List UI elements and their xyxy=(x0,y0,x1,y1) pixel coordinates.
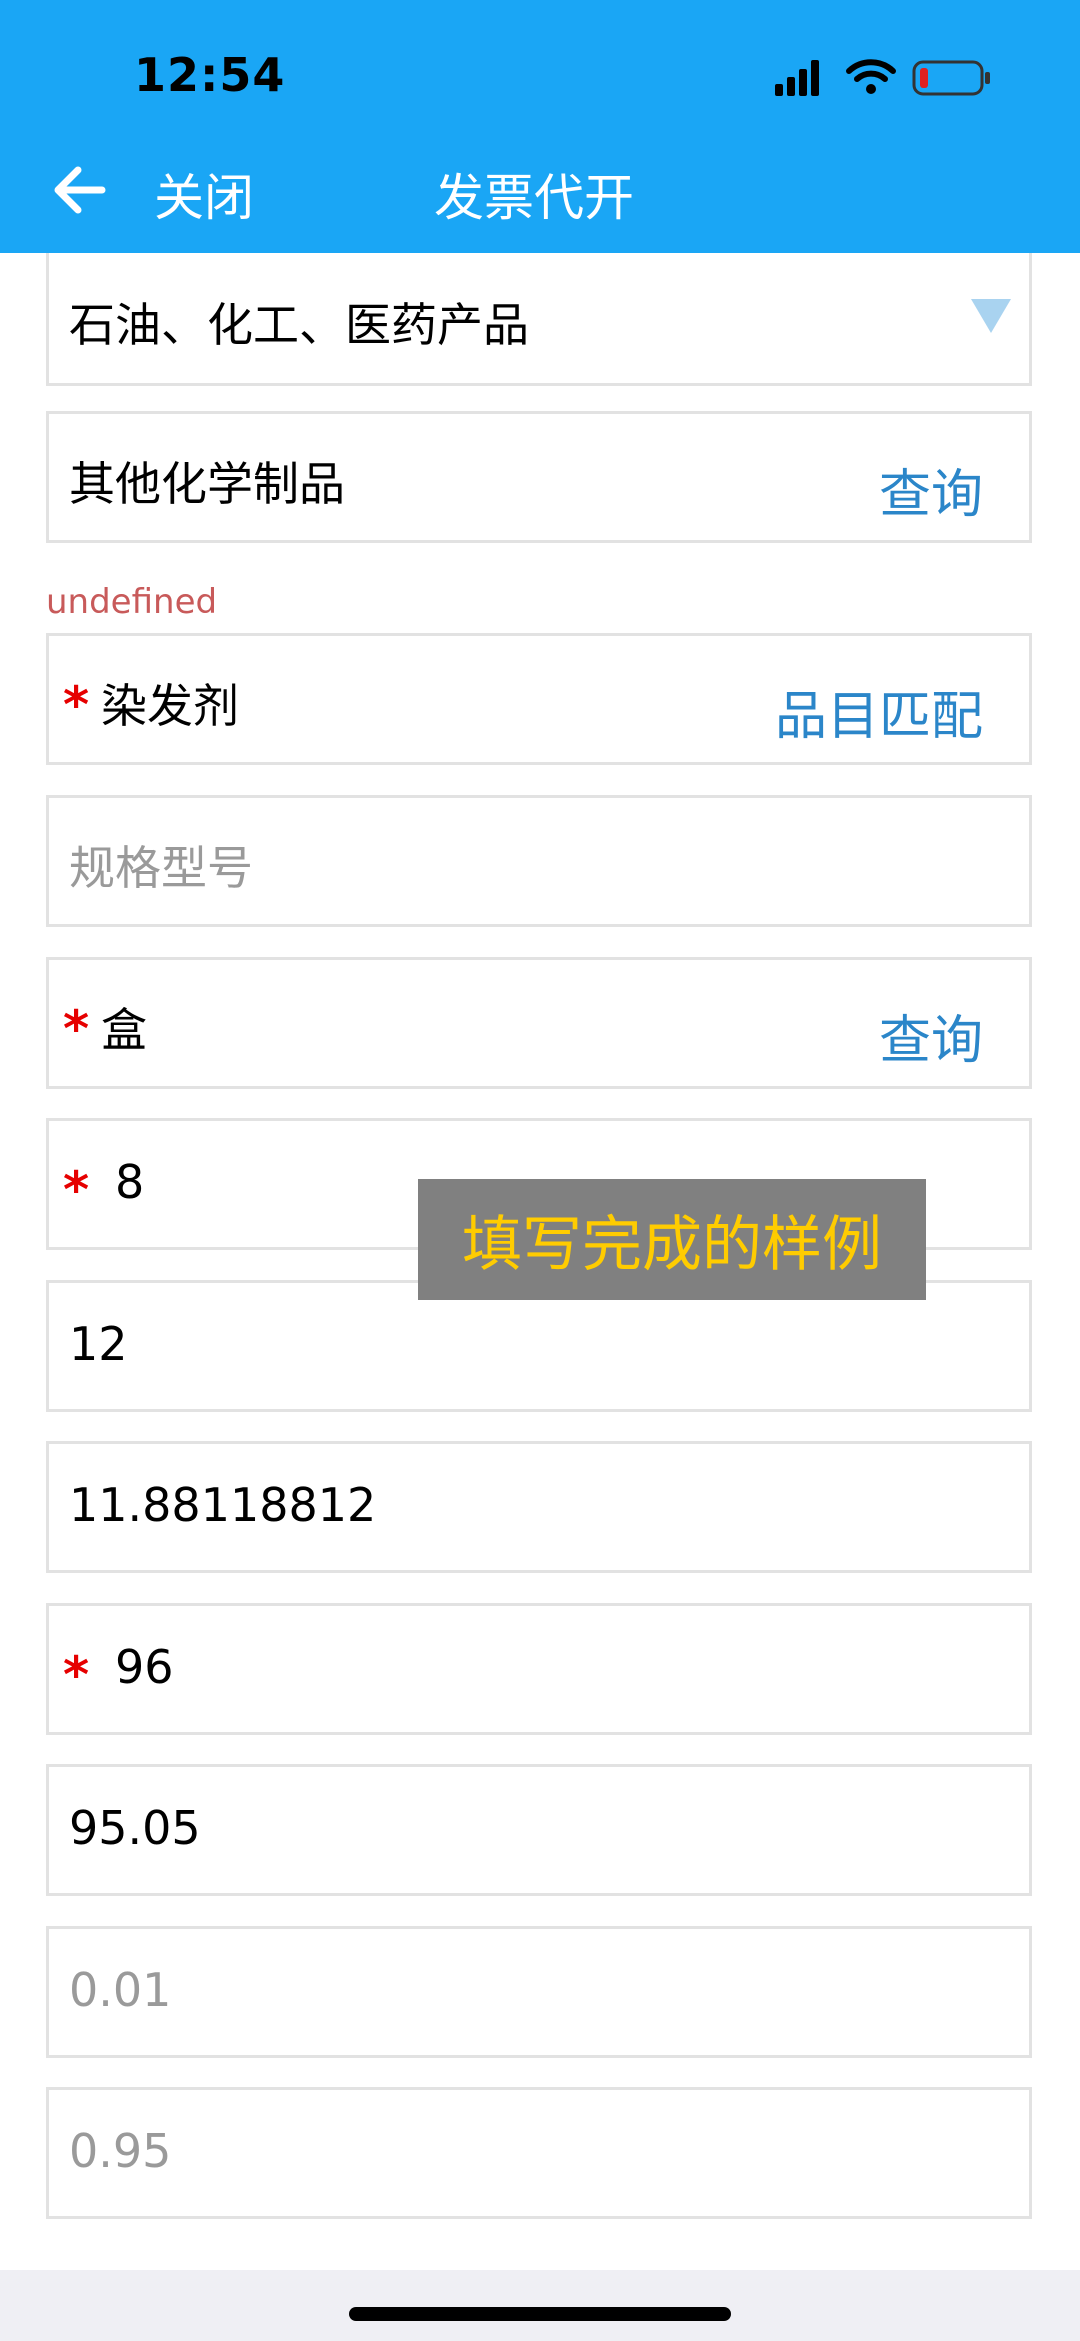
sample-toast: 填写完成的样例 xyxy=(418,1179,926,1300)
subcategory-field[interactable]: 其他化学制品 查询 xyxy=(46,411,1032,543)
back-arrow-icon[interactable] xyxy=(50,160,110,220)
price-excl-tax-field[interactable]: 11.88118812 xyxy=(46,1441,1032,1573)
price-value: 12 xyxy=(69,1317,128,1371)
required-mark: * xyxy=(63,676,90,734)
tax-rate-value: 0.01 xyxy=(69,1963,172,2017)
amount-excl-tax-field[interactable]: 95.05 xyxy=(46,1764,1032,1896)
quantity-value: 8 xyxy=(115,1155,145,1209)
amount-field[interactable]: * 96 xyxy=(46,1603,1032,1735)
item-name-value: 染发剂 xyxy=(101,679,239,733)
unit-value: 盒 xyxy=(101,1003,147,1057)
bottom-bar xyxy=(0,2270,1080,2341)
required-mark: * xyxy=(63,1000,90,1058)
amount-excl-tax-value: 95.05 xyxy=(69,1801,201,1855)
status-time: 12:54 xyxy=(134,48,286,102)
category-select[interactable]: 石油、化工、医药产品 xyxy=(46,253,1032,386)
item-name-field[interactable]: * 染发剂 品目匹配 xyxy=(46,633,1032,765)
wifi-icon xyxy=(846,59,896,94)
price-excl-tax-value: 11.88118812 xyxy=(69,1478,377,1532)
amount-value: 96 xyxy=(115,1640,174,1694)
subcategory-query-button[interactable]: 查询 xyxy=(879,452,983,527)
close-button[interactable]: 关闭 xyxy=(154,158,254,230)
top-bar: 12:54 关闭 发票代开 xyxy=(0,0,1080,253)
home-indicator[interactable] xyxy=(349,2307,731,2321)
tax-rate-field[interactable]: 0.01 xyxy=(46,1926,1032,2058)
unit-query-button[interactable]: 查询 xyxy=(879,998,983,1073)
subcategory-value: 其他化学制品 xyxy=(69,457,345,511)
required-mark: * xyxy=(63,1161,90,1219)
tax-amount-value: 0.95 xyxy=(69,2124,172,2178)
dropdown-triangle-icon xyxy=(971,299,1011,333)
category-value: 石油、化工、医药产品 xyxy=(69,298,529,352)
page-title: 发票代开 xyxy=(434,169,634,227)
tax-amount-field[interactable]: 0.95 xyxy=(46,2087,1032,2219)
unit-field[interactable]: * 盒 查询 xyxy=(46,957,1032,1089)
item-match-button[interactable]: 品目匹配 xyxy=(775,674,983,749)
signal-icon xyxy=(775,60,819,96)
spec-placeholder: 规格型号 xyxy=(69,841,253,895)
spec-field[interactable]: 规格型号 xyxy=(46,795,1032,927)
undefined-label: undefined xyxy=(46,582,218,622)
required-mark: * xyxy=(63,1646,90,1704)
battery-icon xyxy=(912,60,990,96)
